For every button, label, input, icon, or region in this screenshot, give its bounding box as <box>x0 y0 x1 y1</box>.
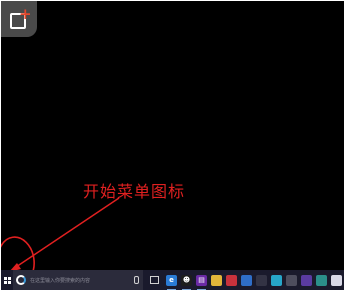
annotation-label: 开始菜单图标 <box>83 182 186 201</box>
start-button[interactable] <box>1 270 13 290</box>
app-gray-icon[interactable] <box>286 274 297 286</box>
cortana-icon[interactable] <box>16 275 27 285</box>
desktop-screen: + 开始菜单图标 在这里输入你要搜索的内容 e ☻ ▤ <box>1 1 344 290</box>
edge-icon[interactable]: e <box>166 274 177 290</box>
taskbar: 在这里输入你要搜索的内容 e ☻ ▤ <box>1 270 344 290</box>
search-box[interactable]: 在这里输入你要搜索的内容 <box>13 270 143 290</box>
windows-logo-icon <box>3 276 11 284</box>
app-white-icon[interactable] <box>331 274 342 286</box>
microphone-icon[interactable] <box>133 276 139 284</box>
app-blue-icon[interactable] <box>241 274 252 286</box>
store-icon[interactable]: ▤ <box>196 274 207 290</box>
taskbar-apps: e ☻ ▤ <box>164 274 344 290</box>
app-dark-icon[interactable] <box>256 274 267 286</box>
annotation-overlay <box>1 197 120 286</box>
app-purple-icon[interactable] <box>301 274 312 286</box>
qq-icon[interactable]: ☻ <box>181 274 192 290</box>
app-teal-icon[interactable] <box>316 274 327 286</box>
annotation-arrow-line <box>12 197 120 270</box>
folder-icon[interactable] <box>211 274 222 286</box>
app-red-icon[interactable] <box>226 274 237 286</box>
task-view-icon[interactable] <box>149 276 159 284</box>
app-cyan-icon[interactable] <box>271 274 282 286</box>
search-placeholder: 在这里输入你要搜索的内容 <box>30 277 91 284</box>
